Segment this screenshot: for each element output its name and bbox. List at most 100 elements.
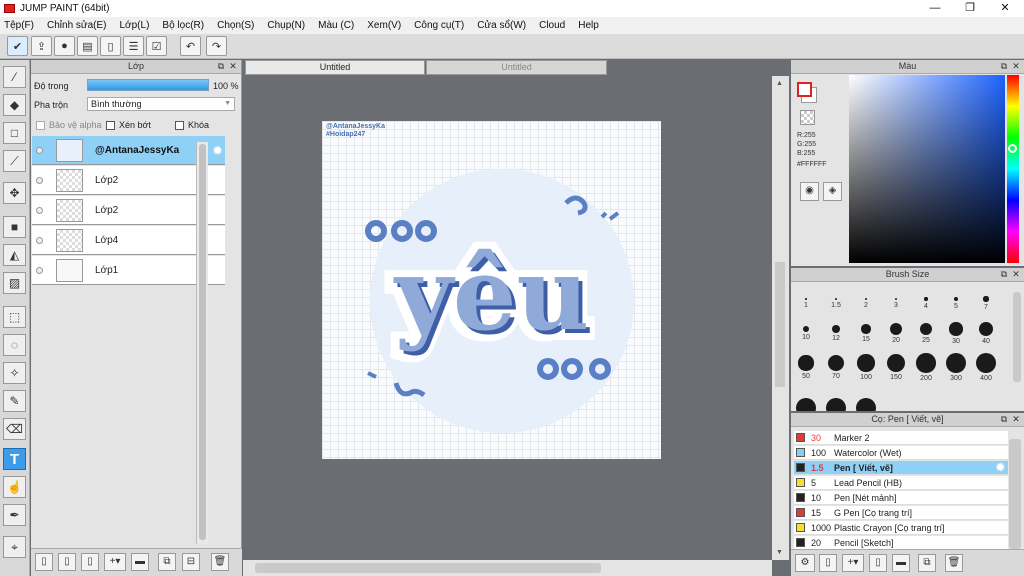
new-1bit-layer-icon[interactable]: ▯ xyxy=(81,553,99,571)
rectangle-tool-icon[interactable]: □ xyxy=(3,122,26,144)
bucket-tool-icon[interactable]: ◭ xyxy=(3,244,26,266)
pen-tool-icon[interactable]: ✒ xyxy=(3,504,26,526)
menu-tools[interactable]: Công cụ(T) xyxy=(414,20,464,31)
palette-icon[interactable]: ◉ xyxy=(800,182,819,201)
brush-size-option[interactable]: 100 xyxy=(851,351,881,381)
brush-list-item[interactable]: 10 Pen [Nét mảnh] xyxy=(794,491,1008,505)
new-8bit-layer-icon[interactable]: ▯ xyxy=(58,553,76,571)
visibility-icon[interactable] xyxy=(36,207,43,214)
brush-size-option[interactable]: 2 xyxy=(851,287,881,309)
menu-file[interactable]: Tệp(F) xyxy=(4,20,34,31)
brush-size-option[interactable] xyxy=(821,398,851,411)
duplicate-icon[interactable]: ⧉ xyxy=(158,553,176,571)
color-picker-icon[interactable]: ◈ xyxy=(823,182,842,201)
rect-select-tool-icon[interactable]: ⬚ xyxy=(3,306,26,328)
brush-size-option[interactable]: 25 xyxy=(911,317,941,344)
horizontal-scroll-thumb[interactable] xyxy=(255,563,601,573)
brush-list-item[interactable]: 1.5 Pen [ Viết, vẽ] ✹ xyxy=(794,461,1008,475)
tab-untitled[interactable]: Untitled xyxy=(426,60,607,75)
scroll-up-icon[interactable]: ▲ xyxy=(776,80,783,87)
lock-checkbox[interactable]: Khóa xyxy=(175,120,209,131)
brush-list-item[interactable]: 5 Lead Pencil (HB) xyxy=(794,476,1008,490)
brush-size-option[interactable]: 40 xyxy=(971,317,1001,345)
brush-size-option[interactable]: 1.5 xyxy=(821,287,851,309)
brush-size-option[interactable]: 150 xyxy=(881,351,911,381)
visibility-icon[interactable] xyxy=(36,237,43,244)
move-tool-icon[interactable]: ✥ xyxy=(3,182,26,204)
canvas-horizontal-scrollbar[interactable] xyxy=(243,560,772,576)
folder-icon[interactable]: ▬ xyxy=(131,553,149,571)
brush-size-option[interactable]: 70 xyxy=(821,351,851,380)
share-icon[interactable]: ⇪ xyxy=(31,36,52,56)
float-icon[interactable]: ⧉ xyxy=(216,61,226,71)
brush-size-option[interactable]: 3 xyxy=(881,287,911,309)
canvas-vertical-scrollbar[interactable]: ▲ ▼ xyxy=(772,76,789,560)
merge-icon[interactable]: ⊟ xyxy=(182,553,200,571)
menu-cloud[interactable]: Cloud xyxy=(539,20,565,31)
lasso-tool-icon[interactable]: ◌ xyxy=(3,334,26,356)
layer-scroll-thumb[interactable] xyxy=(199,144,206,540)
undo-icon[interactable]: ↶ xyxy=(180,36,201,56)
float-icon[interactable]: ⧉ xyxy=(999,414,1009,424)
brush-size-option[interactable]: 200 xyxy=(911,351,941,382)
protect-alpha-checkbox[interactable]: Bảo vệ alpha xyxy=(36,120,102,131)
message-icon[interactable]: ▤ xyxy=(77,36,98,56)
add-layer-dropdown-icon[interactable]: +▾ xyxy=(104,553,126,571)
cloud-check-icon[interactable]: ✔ xyxy=(7,36,28,56)
float-icon[interactable]: ⧉ xyxy=(999,61,1009,71)
close-panel-icon[interactable]: ✕ xyxy=(1011,269,1021,279)
select-eraser-tool-icon[interactable]: ⌫ xyxy=(3,418,26,440)
document-icon[interactable]: ▯ xyxy=(100,36,121,56)
minimize-button[interactable]: — xyxy=(918,0,952,17)
menu-capture[interactable]: Chụp(N) xyxy=(267,20,305,31)
fill-rect-tool-icon[interactable]: ■ xyxy=(3,216,26,238)
opacity-slider[interactable] xyxy=(87,79,209,91)
visibility-icon[interactable] xyxy=(36,177,43,184)
drawing-canvas[interactable]: @AntanaJessyKa #Hoidap247 yêu yêu yêu xyxy=(322,121,661,459)
menu-layer[interactable]: Lớp(L) xyxy=(120,20,150,31)
list-icon[interactable]: ☰ xyxy=(123,36,144,56)
brush-list-item[interactable]: 30 Marker 2 xyxy=(794,431,1008,445)
gear-icon[interactable]: ✹ xyxy=(996,461,1005,475)
eyedropper-tool-icon[interactable]: ⌖ xyxy=(3,536,26,558)
close-button[interactable]: ✕ xyxy=(988,0,1022,17)
layer-scrollbar[interactable] xyxy=(196,142,208,544)
brush-tool-icon[interactable]: ⁄ xyxy=(3,66,26,88)
saturation-value-picker[interactable] xyxy=(849,75,1005,263)
brush-size-option[interactable] xyxy=(791,398,821,411)
operation-tool-icon[interactable]: ☝ xyxy=(3,476,26,498)
visibility-icon[interactable] xyxy=(36,267,43,274)
gradient-tool-icon[interactable]: ▨ xyxy=(3,272,26,294)
visibility-icon[interactable] xyxy=(36,147,43,154)
maximize-button[interactable]: ❐ xyxy=(953,0,987,17)
brush-size-option[interactable]: 15 xyxy=(851,317,881,343)
brush-list-item[interactable]: 15 G Pen [Cọ trang trí] xyxy=(794,506,1008,520)
comment-icon[interactable]: ● xyxy=(54,36,75,56)
brush-folder-icon[interactable]: ▬ xyxy=(892,554,910,572)
brush-size-option[interactable]: 5 xyxy=(941,287,971,310)
trash-icon[interactable]: 🗑 xyxy=(211,553,229,571)
clipping-checkbox[interactable]: Xén bớt xyxy=(106,120,151,131)
close-panel-icon[interactable]: ✕ xyxy=(1011,61,1021,71)
vertical-scroll-thumb[interactable] xyxy=(775,262,785,387)
brush-size-option[interactable]: 50 xyxy=(791,351,821,380)
primary-color-swatch[interactable] xyxy=(797,82,812,97)
menu-color[interactable]: Màu (C) xyxy=(318,20,354,31)
checklist-icon[interactable]: ☑ xyxy=(146,36,167,56)
close-panel-icon[interactable]: ✕ xyxy=(1011,414,1021,424)
new-layer-icon[interactable]: ▯ xyxy=(35,553,53,571)
hue-slider[interactable] xyxy=(1007,75,1019,263)
hue-handle[interactable] xyxy=(1008,144,1017,153)
brush-trash-icon[interactable]: 🗑 xyxy=(945,554,963,572)
redo-icon[interactable]: ↷ xyxy=(206,36,227,56)
magic-wand-tool-icon[interactable]: ✧ xyxy=(3,362,26,384)
brush-list-scroll-thumb[interactable] xyxy=(1009,439,1021,549)
brush-size-option[interactable]: 300 xyxy=(941,351,971,382)
line-tool-icon[interactable]: ⟋ xyxy=(3,150,26,172)
brush-size-option[interactable]: 30 xyxy=(941,317,971,345)
transparent-color-swatch[interactable] xyxy=(800,110,815,125)
menu-select[interactable]: Chọn(S) xyxy=(217,20,254,31)
menu-help[interactable]: Help xyxy=(578,20,599,31)
brush-size-scroll-thumb[interactable] xyxy=(1013,292,1021,382)
brush-size-option[interactable]: 10 xyxy=(791,317,821,341)
